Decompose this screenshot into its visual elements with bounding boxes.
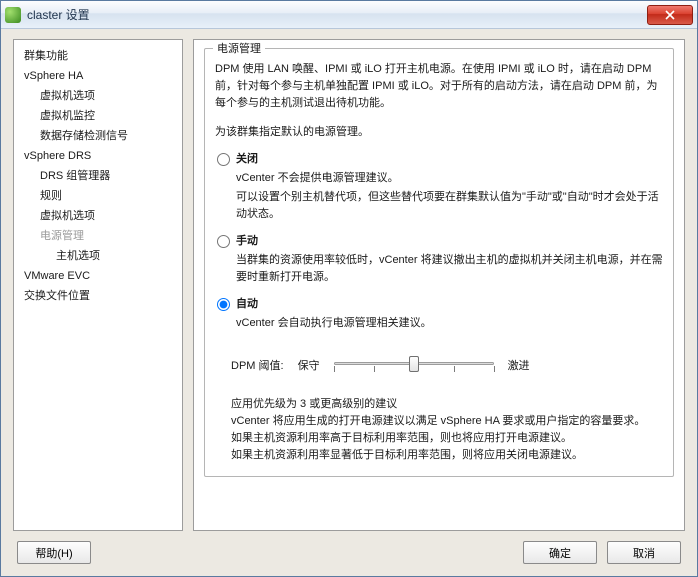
close-icon — [665, 10, 675, 20]
recommendation-notes: 应用优先级为 3 或更高级别的建议vCenter 将应用生成的打开电源建议以满足… — [215, 396, 663, 464]
option-title-auto: 自动 — [236, 296, 663, 313]
threshold-left: 保守 — [298, 358, 320, 375]
option-radio-off[interactable] — [217, 153, 230, 166]
option-auto: 自动 vCenter 会自动执行电源管理相关建议。 — [215, 296, 663, 332]
option-title-off: 关闭 — [236, 151, 663, 168]
close-button[interactable] — [647, 5, 693, 25]
group-title: 电源管理 — [213, 41, 265, 58]
sidebar-item-6[interactable]: DRS 组管理器 — [18, 166, 178, 186]
threshold-right: 激进 — [508, 358, 530, 375]
option-text: vCenter 不会提供电源管理建议。 — [236, 170, 663, 187]
sidebar-item-9[interactable]: 电源管理 — [18, 226, 178, 246]
slider-tick — [494, 366, 495, 372]
option-title-manual: 手动 — [236, 233, 663, 250]
note-line: 如果主机资源利用率显著低于目标利用率范围，则将应用关闭电源建议。 — [231, 447, 663, 464]
option-text: vCenter 会自动执行电源管理相关建议。 — [236, 315, 663, 332]
ok-button[interactable]: 确定 — [523, 541, 597, 564]
sidebar-item-7[interactable]: 规则 — [18, 186, 178, 206]
sidebar-item-11[interactable]: VMware EVC — [18, 266, 178, 286]
sidebar-item-8[interactable]: 虚拟机选项 — [18, 206, 178, 226]
client-area: 群集功能vSphere HA虚拟机选项虚拟机监控数据存储检测信号vSphere … — [1, 29, 697, 576]
option-text: 当群集的资源使用率较低时，vCenter 将建议撤出主机的虚拟机并关闭主机电源，… — [236, 252, 663, 286]
main-panel: 电源管理 DPM 使用 LAN 唤醒、IPMI 或 iLO 打开主机电源。在使用… — [193, 39, 685, 531]
button-bar: 帮助(H) 确定 取消 — [13, 531, 685, 566]
cancel-button[interactable]: 取消 — [607, 541, 681, 564]
app-icon — [5, 7, 21, 23]
option-radio-manual[interactable] — [217, 235, 230, 248]
threshold-slider[interactable] — [334, 354, 494, 378]
option-radio-auto[interactable] — [217, 298, 230, 311]
sidebar-item-1[interactable]: vSphere HA — [18, 66, 178, 86]
help-button[interactable]: 帮助(H) — [17, 541, 91, 564]
sidebar-item-5[interactable]: vSphere DRS — [18, 146, 178, 166]
threshold-row: DPM 阈值: 保守 激进 — [215, 354, 663, 378]
sidebar-item-10[interactable]: 主机选项 — [18, 246, 178, 266]
options-list: 关闭 vCenter 不会提供电源管理建议。可以设置个别主机替代项，但这些替代项要… — [215, 151, 663, 332]
window-title: claster 设置 — [27, 6, 647, 23]
power-management-group: 电源管理 DPM 使用 LAN 唤醒、IPMI 或 iLO 打开主机电源。在使用… — [204, 48, 674, 477]
sidebar-item-4[interactable]: 数据存储检测信号 — [18, 126, 178, 146]
sidebar-item-2[interactable]: 虚拟机选项 — [18, 86, 178, 106]
settings-window: claster 设置 群集功能vSphere HA虚拟机选项虚拟机监控数据存储检… — [0, 0, 698, 577]
intro-text: DPM 使用 LAN 唤醒、IPMI 或 iLO 打开主机电源。在使用 IPMI… — [215, 61, 663, 112]
subhead-text: 为该群集指定默认的电源管理。 — [215, 124, 663, 141]
note-line: vCenter 将应用生成的打开电源建议以满足 vSphere HA 要求或用户… — [231, 413, 663, 430]
content-panes: 群集功能vSphere HA虚拟机选项虚拟机监控数据存储检测信号vSphere … — [13, 39, 685, 531]
slider-tick — [374, 366, 375, 372]
sidebar: 群集功能vSphere HA虚拟机选项虚拟机监控数据存储检测信号vSphere … — [13, 39, 183, 531]
slider-thumb[interactable] — [409, 356, 419, 372]
sidebar-item-3[interactable]: 虚拟机监控 — [18, 106, 178, 126]
titlebar: claster 设置 — [1, 1, 697, 29]
sidebar-item-0[interactable]: 群集功能 — [18, 46, 178, 66]
note-line: 应用优先级为 3 或更高级别的建议 — [231, 396, 663, 413]
note-line: 如果主机资源利用率高于目标利用率范围，则也将应用打开电源建议。 — [231, 430, 663, 447]
sidebar-item-12[interactable]: 交换文件位置 — [18, 286, 178, 306]
option-off: 关闭 vCenter 不会提供电源管理建议。可以设置个别主机替代项，但这些替代项要… — [215, 151, 663, 223]
threshold-label: DPM 阈值: — [231, 358, 284, 375]
option-text: 可以设置个别主机替代项，但这些替代项要在群集默认值为"手动"或"自动"时才会处于… — [236, 189, 663, 223]
option-manual: 手动当群集的资源使用率较低时，vCenter 将建议撤出主机的虚拟机并关闭主机电… — [215, 233, 663, 286]
slider-tick — [454, 366, 455, 372]
slider-tick — [334, 366, 335, 372]
